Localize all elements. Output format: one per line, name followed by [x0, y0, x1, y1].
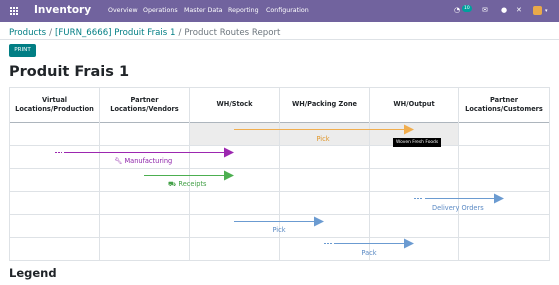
pick-label[interactable]: Pick [264, 226, 294, 234]
routes-diagram [55, 124, 504, 249]
pick-arrow[interactable] [234, 216, 324, 227]
delivery-orders-label[interactable]: Delivery Orders [432, 204, 484, 212]
truck-icon: ⛟ [168, 180, 177, 188]
manufacturing-arrow[interactable] [55, 147, 234, 158]
delivery-orders-arrow[interactable] [414, 193, 504, 204]
pack-arrow[interactable] [324, 238, 414, 249]
legend-title: Legend [9, 266, 57, 280]
route-tooltip: Woven Fresh Foods [393, 138, 442, 147]
pack-label[interactable]: Pack [354, 249, 384, 257]
receipts-arrow[interactable] [144, 170, 234, 181]
receipts-label[interactable]: ⛟ Receipts [168, 180, 206, 189]
manufacturing-text: Manufacturing [124, 157, 173, 165]
wrench-icon: 🔧︎ [114, 157, 123, 165]
pick-top-arrow[interactable] [234, 124, 414, 135]
receipts-text: Receipts [178, 180, 207, 188]
pick-top-label[interactable]: Pick [303, 135, 343, 143]
manufacturing-label[interactable]: 🔧︎ Manufacturing [114, 157, 172, 165]
